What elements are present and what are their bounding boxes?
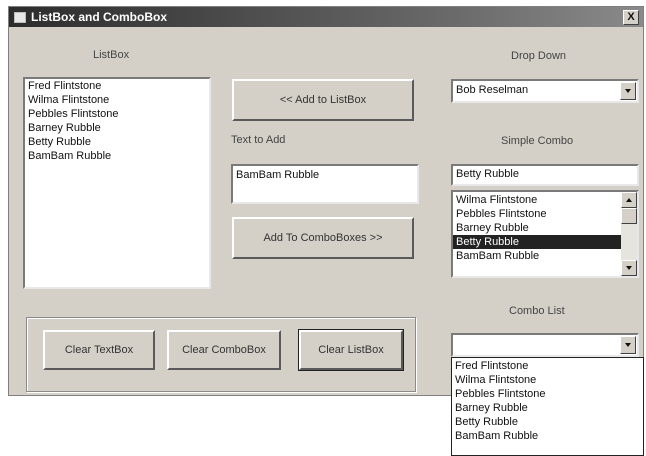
combo-list-arrow-icon[interactable] bbox=[620, 336, 636, 354]
drop-down-combo[interactable]: Bob Reselman bbox=[451, 79, 639, 103]
clear-textbox-button[interactable]: Clear TextBox bbox=[43, 330, 155, 370]
simple-combo-item[interactable]: Wilma Flintstone bbox=[453, 193, 637, 207]
simple-combo-list[interactable]: Wilma Flintstone Pebbles Flintstone Barney… bbox=[451, 190, 639, 278]
combo-list-item[interactable]: Betty Rubble bbox=[452, 415, 643, 429]
combo-list-dropdown[interactable]: Fred Flintstone Wilma Flintstone Pebbles F… bbox=[451, 357, 644, 456]
combo-list-item[interactable]: Barney Rubble bbox=[452, 401, 643, 415]
text-to-add-input[interactable]: BamBam Rubble bbox=[231, 164, 419, 204]
drop-down-selected: Bob Reselman bbox=[456, 84, 529, 96]
combo-list-item[interactable]: Pebbles Flintstone bbox=[452, 387, 643, 401]
scroll-down-icon[interactable] bbox=[621, 260, 637, 276]
text-to-add-value: BamBam Rubble bbox=[236, 169, 320, 181]
listbox-item[interactable]: Wilma Flintstone bbox=[25, 93, 209, 107]
text-to-add-label: Text to Add bbox=[231, 134, 286, 146]
drop-down-arrow-icon[interactable] bbox=[620, 82, 636, 100]
listbox[interactable]: Fred Flintstone Wilma Flintstone Pebbles F… bbox=[23, 77, 211, 289]
combo-list-edit-value bbox=[453, 335, 637, 339]
listbox-item[interactable]: BamBam Rubble bbox=[25, 149, 209, 163]
app-icon bbox=[14, 12, 26, 23]
simple-combo-item[interactable]: Betty Rubble bbox=[453, 235, 637, 249]
main-window: ListBox and ComboBox X ListBox Fred Flin… bbox=[8, 6, 644, 396]
listbox-label: ListBox bbox=[93, 49, 130, 61]
drop-down-label: Drop Down bbox=[511, 50, 567, 62]
simple-combo-edit[interactable]: Betty Rubble bbox=[451, 164, 639, 186]
simple-combo-edit-value: Betty Rubble bbox=[456, 168, 519, 180]
listbox-item[interactable]: Barney Rubble bbox=[25, 121, 209, 135]
simple-combo-label: Simple Combo bbox=[501, 135, 574, 147]
scroll-up-icon[interactable] bbox=[621, 192, 637, 208]
combo-list-item[interactable]: Wilma Flintstone bbox=[452, 373, 643, 387]
title-bar[interactable]: ListBox and ComboBox X bbox=[9, 7, 643, 27]
clear-listbox-button[interactable]: Clear ListBox bbox=[298, 329, 404, 371]
combo-list-item[interactable]: Fred Flintstone bbox=[452, 359, 643, 373]
add-to-comboboxes-button[interactable]: Add To ComboBoxes >> bbox=[232, 217, 414, 259]
combo-list-item[interactable]: BamBam Rubble bbox=[452, 429, 643, 443]
add-to-listbox-button[interactable]: << Add to ListBox bbox=[232, 79, 414, 121]
simple-combo-item[interactable]: BamBam Rubble bbox=[453, 249, 637, 263]
simple-combo-scrollbar[interactable] bbox=[621, 192, 637, 276]
listbox-item[interactable]: Pebbles Flintstone bbox=[25, 107, 209, 121]
simple-combo-item[interactable]: Barney Rubble bbox=[453, 221, 637, 235]
close-button[interactable]: X bbox=[623, 10, 639, 25]
listbox-item[interactable]: Betty Rubble bbox=[25, 135, 209, 149]
simple-combo-item[interactable]: Pebbles Flintstone bbox=[453, 207, 637, 221]
combo-list-label: Combo List bbox=[509, 305, 565, 317]
combo-list-combo[interactable] bbox=[451, 333, 639, 357]
scroll-thumb[interactable] bbox=[621, 208, 637, 224]
window-title: ListBox and ComboBox bbox=[31, 10, 168, 24]
listbox-item[interactable]: Fred Flintstone bbox=[25, 79, 209, 93]
clear-combobox-button[interactable]: Clear ComboBox bbox=[167, 330, 281, 370]
